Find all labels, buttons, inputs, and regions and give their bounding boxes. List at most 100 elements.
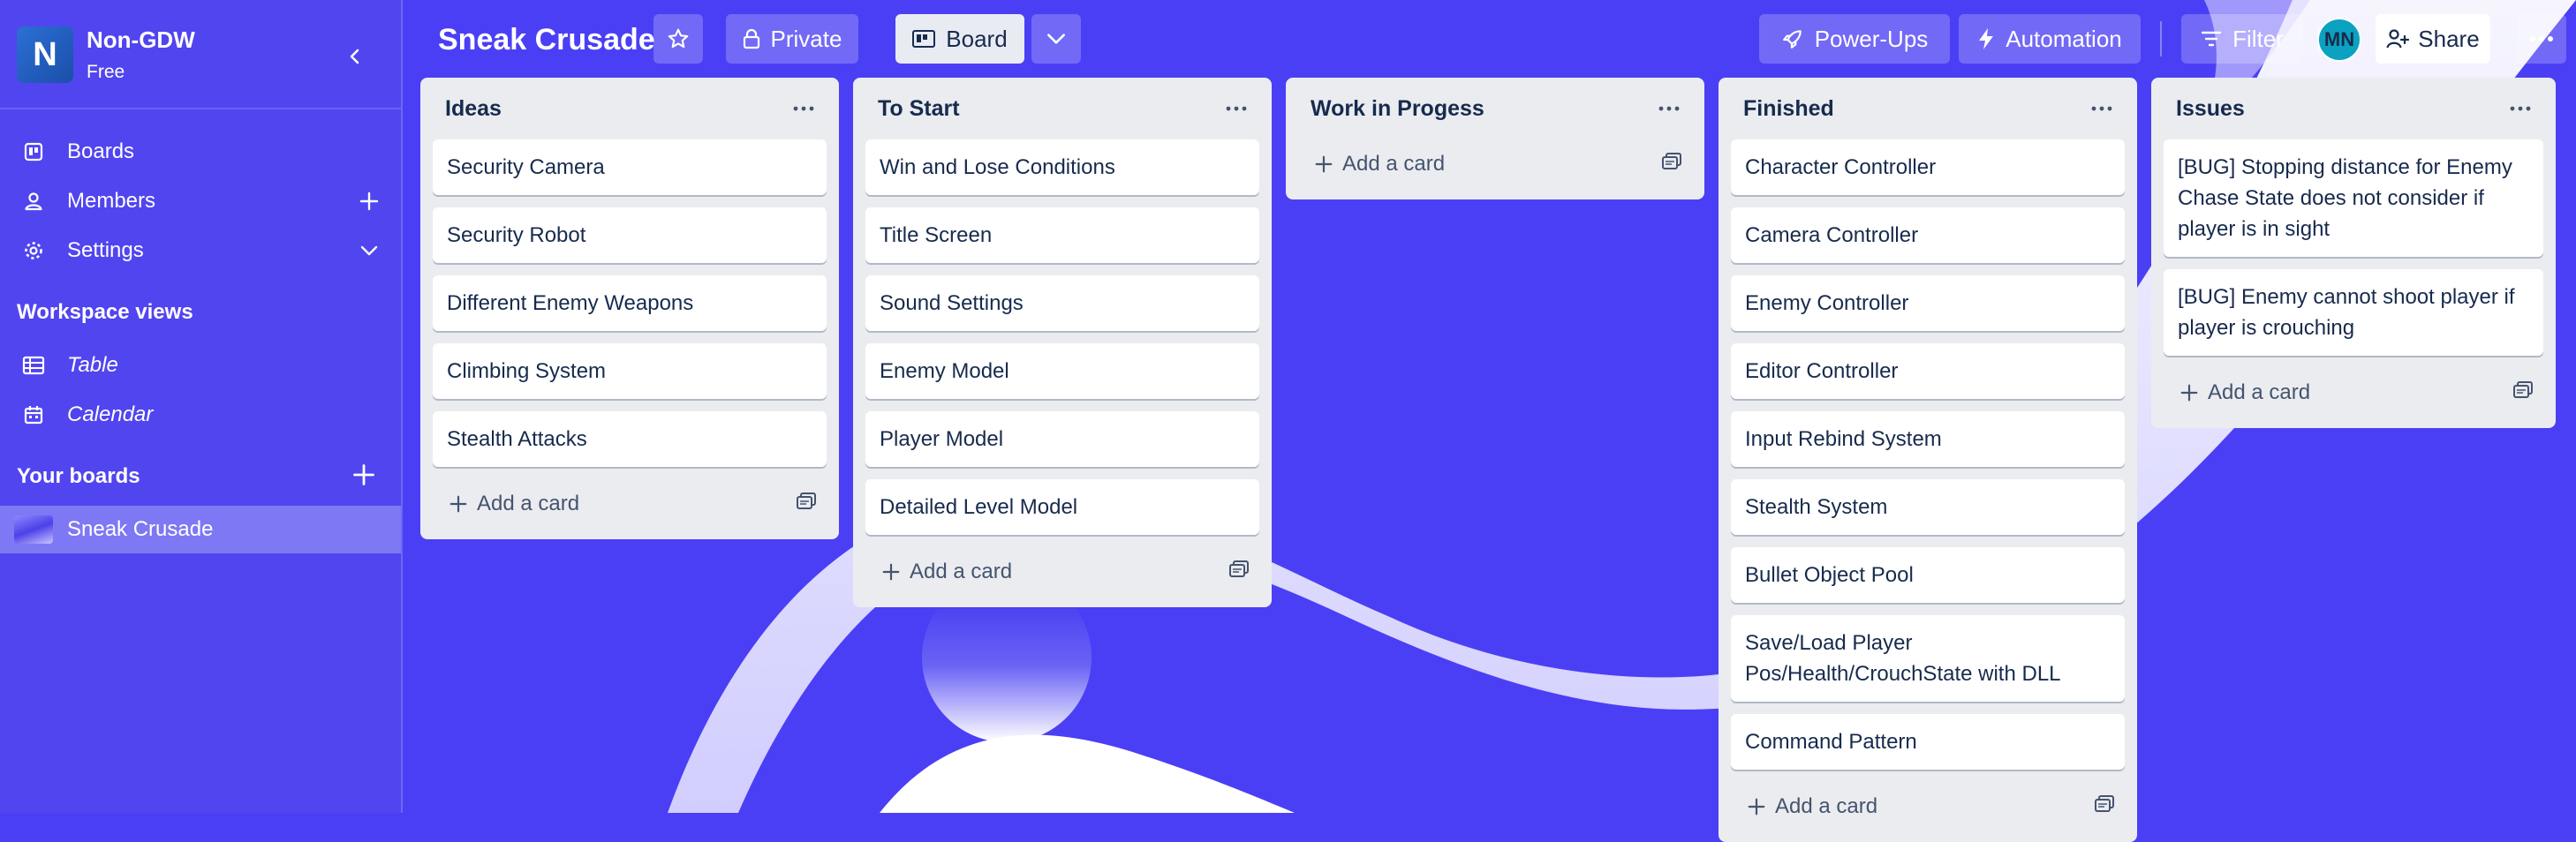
expand-settings-button[interactable] bbox=[344, 240, 394, 261]
card[interactable]: Input Rebind System bbox=[1731, 411, 2125, 467]
board-icon bbox=[0, 141, 67, 162]
list-title[interactable]: To Start bbox=[878, 96, 960, 122]
visibility-label: Private bbox=[770, 25, 842, 52]
add-card-button[interactable]: Add a card bbox=[2179, 380, 2310, 405]
list-title[interactable]: Finished bbox=[1743, 96, 1834, 122]
collapse-sidebar-button[interactable] bbox=[336, 37, 374, 76]
list-menu-button[interactable] bbox=[786, 95, 821, 122]
add-card-row: Add a card bbox=[865, 547, 1259, 597]
plus-icon bbox=[1315, 155, 1333, 173]
more-icon bbox=[2530, 36, 2553, 41]
visibility-button[interactable]: Private bbox=[726, 14, 858, 64]
automation-label: Automation bbox=[2006, 25, 2122, 52]
list-menu-button[interactable] bbox=[2503, 95, 2538, 122]
card[interactable]: Bullet Object Pool bbox=[1731, 547, 2125, 603]
member-avatar[interactable]: MN bbox=[2317, 18, 2361, 62]
add-card-row: Add a card bbox=[433, 479, 827, 529]
card[interactable]: [BUG] Enemy cannot shoot player if playe… bbox=[2164, 269, 2543, 356]
sidebar-item-settings[interactable]: Settings bbox=[0, 227, 401, 274]
powerups-button[interactable]: Power-Ups bbox=[1759, 14, 1950, 64]
add-card-button[interactable]: Add a card bbox=[1747, 794, 1877, 819]
share-button[interactable]: Share bbox=[2376, 14, 2490, 64]
card[interactable]: Stealth System bbox=[1731, 479, 2125, 535]
create-from-template-button[interactable] bbox=[797, 492, 816, 516]
filter-label: Filter bbox=[2232, 25, 2284, 52]
your-boards-heading: Your boards bbox=[17, 464, 140, 488]
workspace-views-heading: Workspace views bbox=[17, 300, 193, 324]
card[interactable]: Sound Settings bbox=[865, 275, 1259, 331]
board-title[interactable]: Sneak Crusade bbox=[438, 23, 655, 57]
sidebar-item-label: Boards bbox=[67, 139, 135, 163]
sidebar-item-table[interactable]: Table bbox=[0, 342, 401, 389]
create-from-template-button[interactable] bbox=[1229, 560, 1249, 584]
person-icon bbox=[0, 191, 67, 212]
create-from-template-button[interactable] bbox=[2095, 794, 2114, 819]
sidebar: N Non-GDW Free Boards Members Settings W… bbox=[0, 0, 403, 813]
list-menu-button[interactable] bbox=[1219, 95, 1254, 122]
sidebar-item-members[interactable]: Members bbox=[0, 177, 401, 225]
list-title[interactable]: Work in Progess bbox=[1311, 96, 1484, 122]
board-view-button[interactable]: Board bbox=[895, 14, 1024, 64]
card[interactable]: Save/Load Player Pos/Health/CrouchState … bbox=[1731, 615, 2125, 702]
sidebar-item-boards[interactable]: Boards bbox=[0, 128, 401, 176]
card[interactable]: Win and Lose Conditions bbox=[865, 139, 1259, 195]
card[interactable]: Enemy Model bbox=[865, 343, 1259, 399]
board-header: Sneak Crusade Private Board Power-Ups Au… bbox=[403, 0, 2576, 78]
chevron-down-icon bbox=[1047, 34, 1065, 44]
create-from-template-button[interactable] bbox=[1662, 152, 1681, 177]
add-card-label: Add a card bbox=[1342, 152, 1446, 176]
list-title[interactable]: Issues bbox=[2176, 96, 2245, 122]
card[interactable]: Different Enemy Weapons bbox=[433, 275, 827, 331]
list-menu-button[interactable] bbox=[1651, 95, 1687, 122]
card[interactable]: Command Pattern bbox=[1731, 714, 2125, 770]
card[interactable]: Camera Controller bbox=[1731, 207, 2125, 263]
sidebar-item-calendar[interactable]: Calendar bbox=[0, 391, 401, 439]
add-card-label: Add a card bbox=[910, 560, 1013, 583]
template-icon bbox=[1229, 560, 1249, 577]
board-menu-button[interactable] bbox=[2517, 14, 2566, 64]
star-icon bbox=[668, 28, 689, 49]
plus-icon bbox=[449, 495, 467, 513]
list-menu-button[interactable] bbox=[2084, 95, 2119, 122]
list-header: Issues bbox=[2164, 78, 2543, 139]
card[interactable]: Security Camera bbox=[433, 139, 827, 195]
workspace-name[interactable]: Non-GDW bbox=[87, 26, 195, 54]
add-card-row: Add a card bbox=[2164, 368, 2543, 417]
create-board-button[interactable] bbox=[351, 462, 376, 492]
card[interactable]: Player Model bbox=[865, 411, 1259, 467]
template-icon bbox=[2095, 795, 2114, 812]
card[interactable]: Climbing System bbox=[433, 343, 827, 399]
workspace-header: N Non-GDW Free bbox=[0, 0, 401, 109]
card[interactable]: Enemy Controller bbox=[1731, 275, 2125, 331]
star-board-button[interactable] bbox=[653, 14, 703, 64]
card[interactable]: Detailed Level Model bbox=[865, 479, 1259, 535]
list-to-start: To Start Win and Lose Conditions Title Scr… bbox=[853, 78, 1272, 607]
sidebar-board-sneak-crusade[interactable]: Sneak Crusade bbox=[0, 506, 401, 553]
plus-icon bbox=[353, 464, 374, 485]
list-title[interactable]: Ideas bbox=[445, 96, 502, 122]
automation-button[interactable]: Automation bbox=[1959, 14, 2141, 64]
filter-button[interactable]: Filter bbox=[2181, 14, 2303, 64]
add-card-row: Add a card bbox=[1731, 782, 2125, 831]
list-finished: Finished Character Controller Camera Contr… bbox=[1719, 78, 2137, 842]
add-card-button[interactable]: Add a card bbox=[881, 560, 1012, 584]
add-person-icon bbox=[2386, 29, 2410, 49]
card[interactable]: [BUG] Stopping distance for Enemy Chase … bbox=[2164, 139, 2543, 257]
workspace-plan: Free bbox=[87, 62, 125, 82]
sidebar-item-label: Table bbox=[67, 353, 118, 377]
view-switcher-button[interactable] bbox=[1031, 14, 1081, 64]
add-card-button[interactable]: Add a card bbox=[1314, 152, 1445, 177]
card[interactable]: Security Robot bbox=[433, 207, 827, 263]
add-card-button[interactable]: Add a card bbox=[449, 492, 579, 516]
card[interactable]: Stealth Attacks bbox=[433, 411, 827, 467]
card[interactable]: Editor Controller bbox=[1731, 343, 2125, 399]
card[interactable]: Title Screen bbox=[865, 207, 1259, 263]
create-from-template-button[interactable] bbox=[2513, 380, 2533, 405]
add-card-label: Add a card bbox=[1775, 794, 1878, 818]
board-thumbnail bbox=[14, 515, 53, 544]
card[interactable]: Character Controller bbox=[1731, 139, 2125, 195]
plus-icon bbox=[2180, 384, 2198, 402]
calendar-icon bbox=[0, 404, 67, 425]
add-member-button[interactable] bbox=[344, 191, 394, 212]
workspace-logo: N bbox=[17, 26, 73, 83]
